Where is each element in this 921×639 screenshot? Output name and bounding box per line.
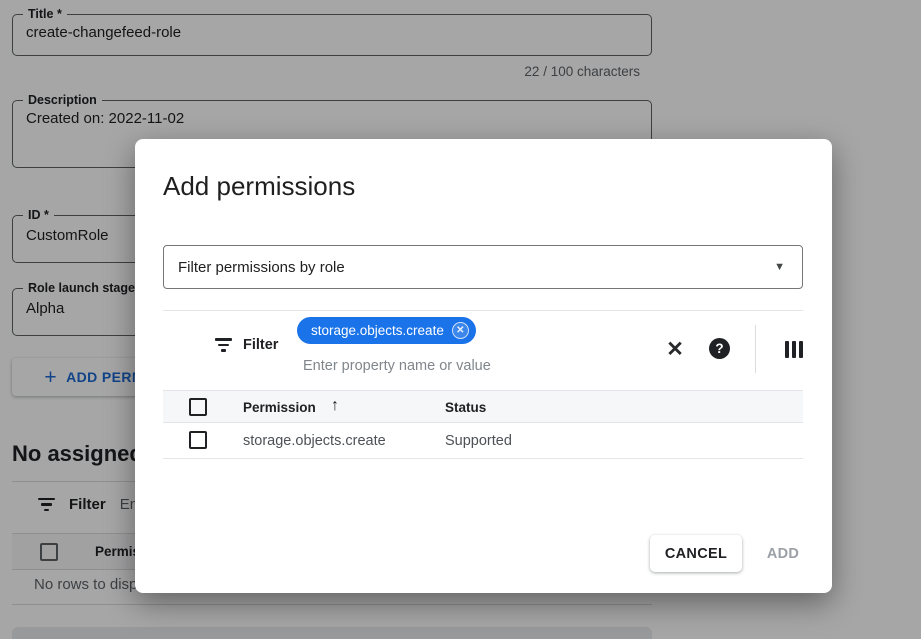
- dialog-title: Add permissions: [163, 171, 355, 202]
- permissions-table-header: Permission ↑ Status: [163, 390, 803, 423]
- dropdown-arrow-icon: ▼: [774, 261, 785, 273]
- help-icon[interactable]: ?: [709, 338, 730, 359]
- sort-ascending-icon[interactable]: ↑: [331, 397, 339, 415]
- filter-icon: [215, 338, 232, 352]
- add-permissions-dialog: Add permissions Filter permissions by ro…: [135, 139, 832, 593]
- table-row[interactable]: storage.objects.create Supported: [163, 423, 803, 459]
- status-column-header[interactable]: Status: [445, 400, 486, 415]
- add-button[interactable]: ADD: [743, 535, 823, 572]
- status-cell: Supported: [445, 433, 512, 449]
- permissions-filter-toolbar: Filter storage.objects.create ✕ ✕ ?: [163, 311, 803, 389]
- filter-chip-label: storage.objects.create: [311, 323, 444, 338]
- divider: [755, 325, 756, 373]
- role-filter-placeholder: Filter permissions by role: [178, 259, 774, 276]
- cancel-button[interactable]: CANCEL: [650, 535, 742, 572]
- filter-chip[interactable]: storage.objects.create ✕: [297, 317, 476, 344]
- permission-cell: storage.objects.create: [243, 433, 386, 449]
- filter-label: Filter: [243, 337, 278, 353]
- permission-column-header[interactable]: Permission: [243, 400, 316, 415]
- filter-permissions-by-role-dropdown[interactable]: Filter permissions by role ▼: [163, 245, 803, 289]
- clear-filters-icon[interactable]: ✕: [661, 335, 689, 363]
- chip-remove-icon[interactable]: ✕: [452, 322, 469, 339]
- row-checkbox[interactable]: [189, 431, 207, 449]
- select-all-checkbox[interactable]: [189, 398, 207, 416]
- screen: Title * create-changefeed-role 22 / 100 …: [0, 0, 921, 639]
- column-display-icon[interactable]: [781, 338, 807, 360]
- filter-input[interactable]: [303, 358, 633, 374]
